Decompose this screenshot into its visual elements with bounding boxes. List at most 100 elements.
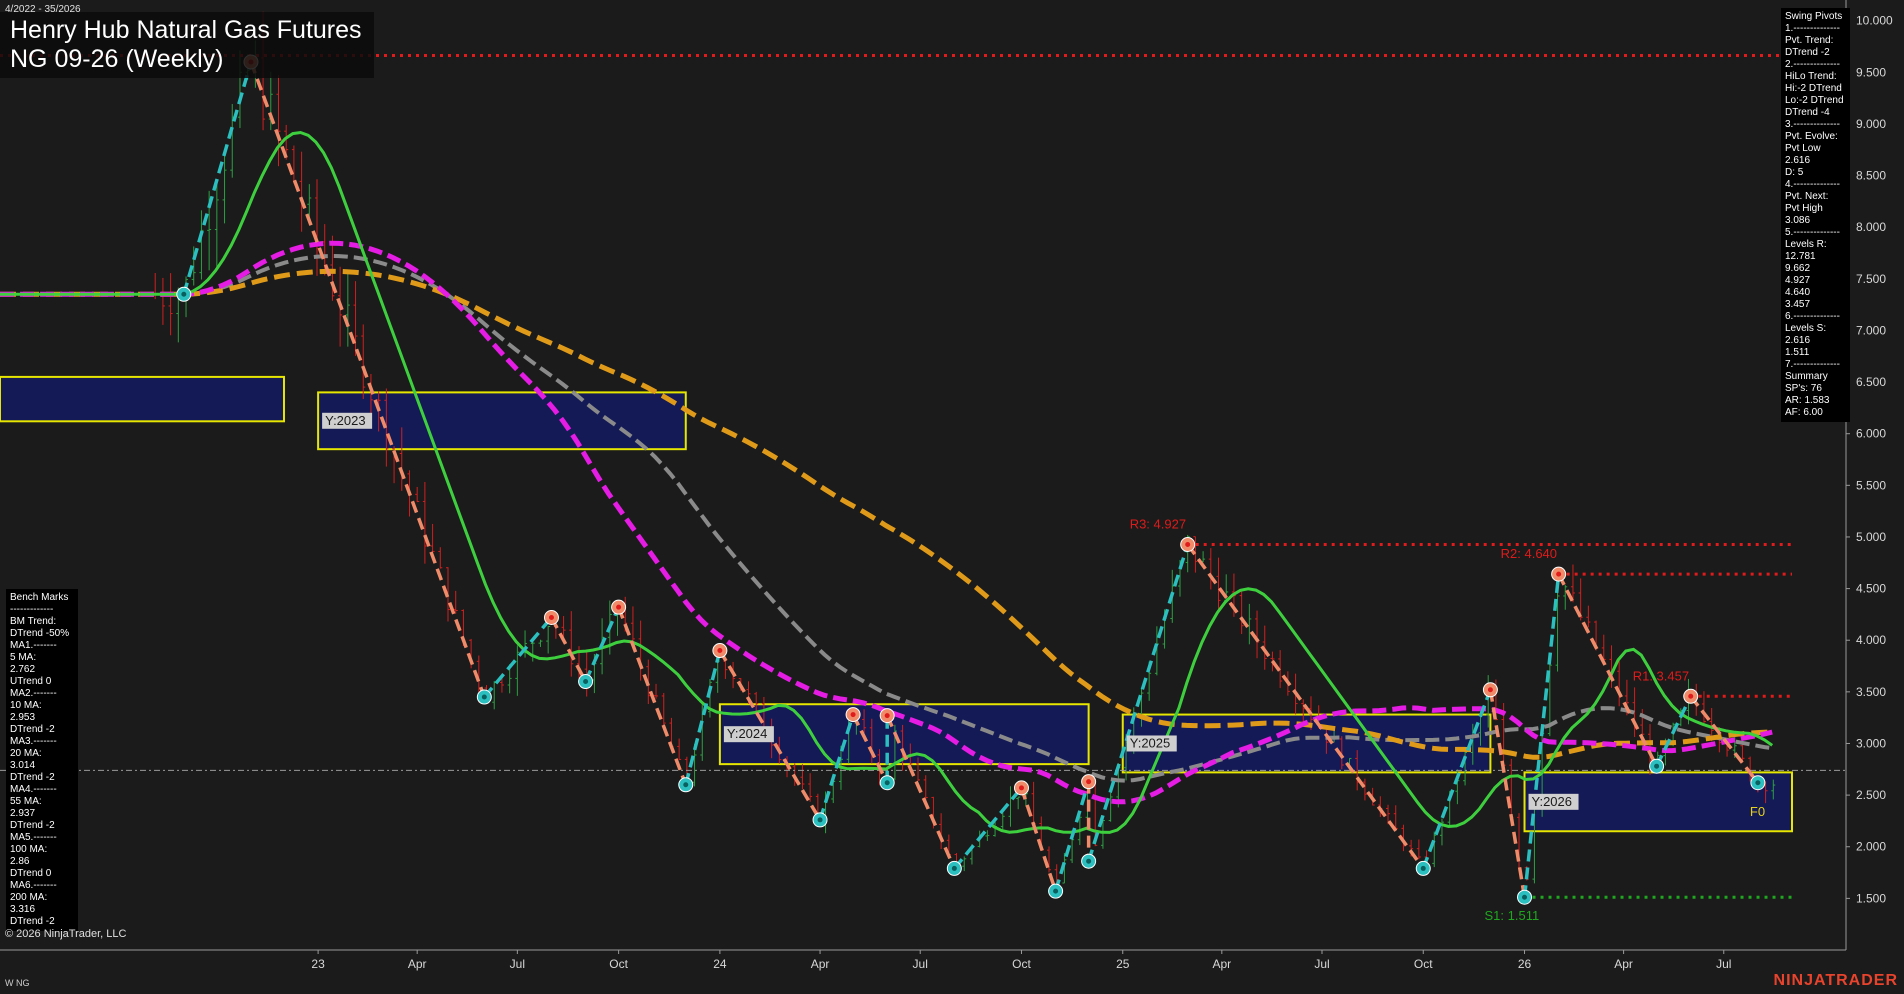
x-tick-label: Apr — [1614, 957, 1633, 971]
bench-marks-line: 5 MA: — [10, 652, 37, 663]
swing-pivots-line: 2.-------------- — [1785, 59, 1840, 70]
bench-marks-line: DTrend -50% — [10, 628, 70, 639]
price-chart[interactable]: R3: 4.927R2: 4.640R1: 3.457S1: 1.511 F0 … — [0, 0, 1904, 994]
pivot-marker-dot — [884, 713, 890, 719]
y-tick-label: 7.500 — [1856, 272, 1886, 286]
ninjatrader-logo: NINJATRADER — [1773, 972, 1898, 989]
bench-marks-line: MA4.------- — [10, 784, 57, 795]
swing-pivots-line: Pvt. Evolve: — [1785, 131, 1838, 142]
resistance-label: R3: 4.927 — [1130, 516, 1186, 531]
pivot-marker-dot — [1654, 763, 1660, 769]
pivot-marker-dot — [1053, 888, 1059, 894]
pivot-marker-dot — [884, 780, 890, 786]
chart-subtitle: NG 09-26 (Weekly) — [10, 45, 224, 73]
swing-pivots-line: 1.-------------- — [1785, 23, 1840, 34]
bench-marks-line: DTrend 0 — [10, 868, 52, 879]
pivot-marker-dot — [1086, 779, 1092, 785]
bench-marks-line: MA5.------- — [10, 832, 57, 843]
yearly-box — [317, 391, 687, 451]
y-tick-label: 8.000 — [1856, 220, 1886, 234]
bench-marks-line: MA2.------- — [10, 688, 57, 699]
resistance-label: R2: 4.640 — [1501, 546, 1557, 561]
swing-pivots-line: 4.-------------- — [1785, 179, 1840, 190]
bench-marks-line: 3.316 — [10, 904, 36, 915]
swing-pivots-line: 2.616 — [1785, 335, 1811, 346]
pivot-marker-dot — [548, 615, 554, 620]
swing-pivots-line: 5.-------------- — [1785, 227, 1840, 238]
chart-title: Henry Hub Natural Gas Futures — [10, 16, 362, 44]
bench-marks-line: 2.762 — [10, 664, 36, 675]
swing-pivots-line: Levels R: — [1785, 239, 1827, 250]
pivot-marker-dot — [583, 679, 589, 685]
swing-pivots-line: Pvt Low — [1785, 143, 1821, 154]
chart-background — [0, 0, 1904, 994]
pivot-marker-dot — [951, 865, 957, 871]
x-tick-label: 25 — [1116, 957, 1130, 971]
swing-pivots-line: AF: 6.00 — [1785, 407, 1823, 418]
swing-pivots-line: 6.-------------- — [1785, 311, 1840, 322]
y-tick-label: 5.000 — [1856, 530, 1886, 544]
swing-pivots-line: 3.-------------- — [1785, 119, 1840, 130]
x-tick-label: Jul — [913, 957, 928, 971]
bench-marks-line: UTrend 0 — [10, 676, 52, 687]
pivot-marker-dot — [1522, 894, 1528, 900]
swing-pivots-line: Pvt. Trend: — [1785, 35, 1834, 46]
y-tick-label: 8.500 — [1856, 169, 1886, 183]
bench-marks-line: 10 MA: — [10, 700, 42, 711]
swing-pivots-line: SP's: 76 — [1785, 383, 1822, 394]
forecast-label: F0 — [1750, 804, 1765, 819]
swing-pivots-line: 3.086 — [1785, 215, 1811, 226]
y-tick-label: 7.000 — [1856, 323, 1886, 337]
y-tick-label: 9.000 — [1856, 117, 1886, 131]
pivot-marker-dot — [1487, 687, 1493, 693]
x-tick-label: Jul — [1716, 957, 1731, 971]
bench-marks-panel: Bench Marks ------------- BM Trend: DTrend … — [6, 589, 78, 931]
y-tick-label: 1.500 — [1856, 891, 1886, 905]
yearly-box-label: Y:2026 — [1532, 794, 1573, 809]
y-tick-label: 6.000 — [1856, 427, 1886, 441]
pivot-marker-dot — [1018, 785, 1024, 791]
pivot-marker-dot — [817, 817, 823, 823]
x-tick-label: Apr — [408, 957, 427, 971]
y-tick-label: 2.000 — [1856, 840, 1886, 854]
pivot-marker-dot — [1688, 693, 1694, 699]
swing-pivots-line: Summary — [1785, 371, 1828, 382]
support-label: S1: 1.511 — [1485, 908, 1540, 923]
bench-marks-line: DTrend -2 — [10, 724, 55, 735]
swing-pivots-line: D: 5 — [1785, 167, 1804, 178]
bench-marks-line: MA6.------- — [10, 880, 57, 891]
swing-pivots-line: Hi:-2 DTrend — [1785, 83, 1842, 94]
swing-pivots-line: HiLo Trend: — [1785, 71, 1837, 82]
bench-marks-line: 20 MA: — [10, 748, 42, 759]
y-tick-label: 4.500 — [1856, 582, 1886, 596]
swing-pivots-line: Swing Pivots — [1785, 11, 1843, 22]
instrument-tag: W NG — [5, 978, 30, 988]
bench-marks-line: BM Trend: — [10, 616, 57, 627]
resistance-label: R1: 3.457 — [1633, 668, 1689, 683]
chart-title-box: Henry Hub Natural Gas Futures NG 09-26 (… — [0, 12, 374, 78]
bench-marks-line: 2.953 — [10, 712, 36, 723]
copyright-label: © 2026 NinjaTrader, LLC — [5, 928, 127, 940]
x-tick-label: Jul — [1314, 957, 1329, 971]
x-tick-label: Jul — [510, 957, 525, 971]
y-tick-label: 9.500 — [1856, 65, 1886, 79]
y-tick-label: 4.000 — [1856, 633, 1886, 647]
pivot-marker-dot — [850, 712, 856, 718]
y-tick-label: 2.500 — [1856, 788, 1886, 802]
pivot-marker-dot — [1556, 571, 1562, 577]
yearly-box-label: Y:2024 — [727, 726, 768, 741]
bench-marks-line: 100 MA: — [10, 844, 48, 855]
x-tick-label: 26 — [1518, 957, 1532, 971]
swing-pivots-line: 12.781 — [1785, 251, 1816, 262]
y-tick-label: 3.000 — [1856, 736, 1886, 750]
pivot-marker-dot — [1420, 865, 1426, 871]
x-tick-label: Apr — [811, 957, 830, 971]
bench-marks-line: Bench Marks — [10, 592, 69, 603]
pivot-marker-dot — [683, 782, 689, 788]
yearly-box-label: Y:2023 — [325, 413, 366, 428]
x-tick-label: 24 — [713, 957, 727, 971]
pivot-marker-dot — [616, 604, 622, 610]
swing-pivots-line: 3.457 — [1785, 299, 1811, 310]
y-tick-label: 5.500 — [1856, 478, 1886, 492]
y-tick-label: 6.500 — [1856, 375, 1886, 389]
